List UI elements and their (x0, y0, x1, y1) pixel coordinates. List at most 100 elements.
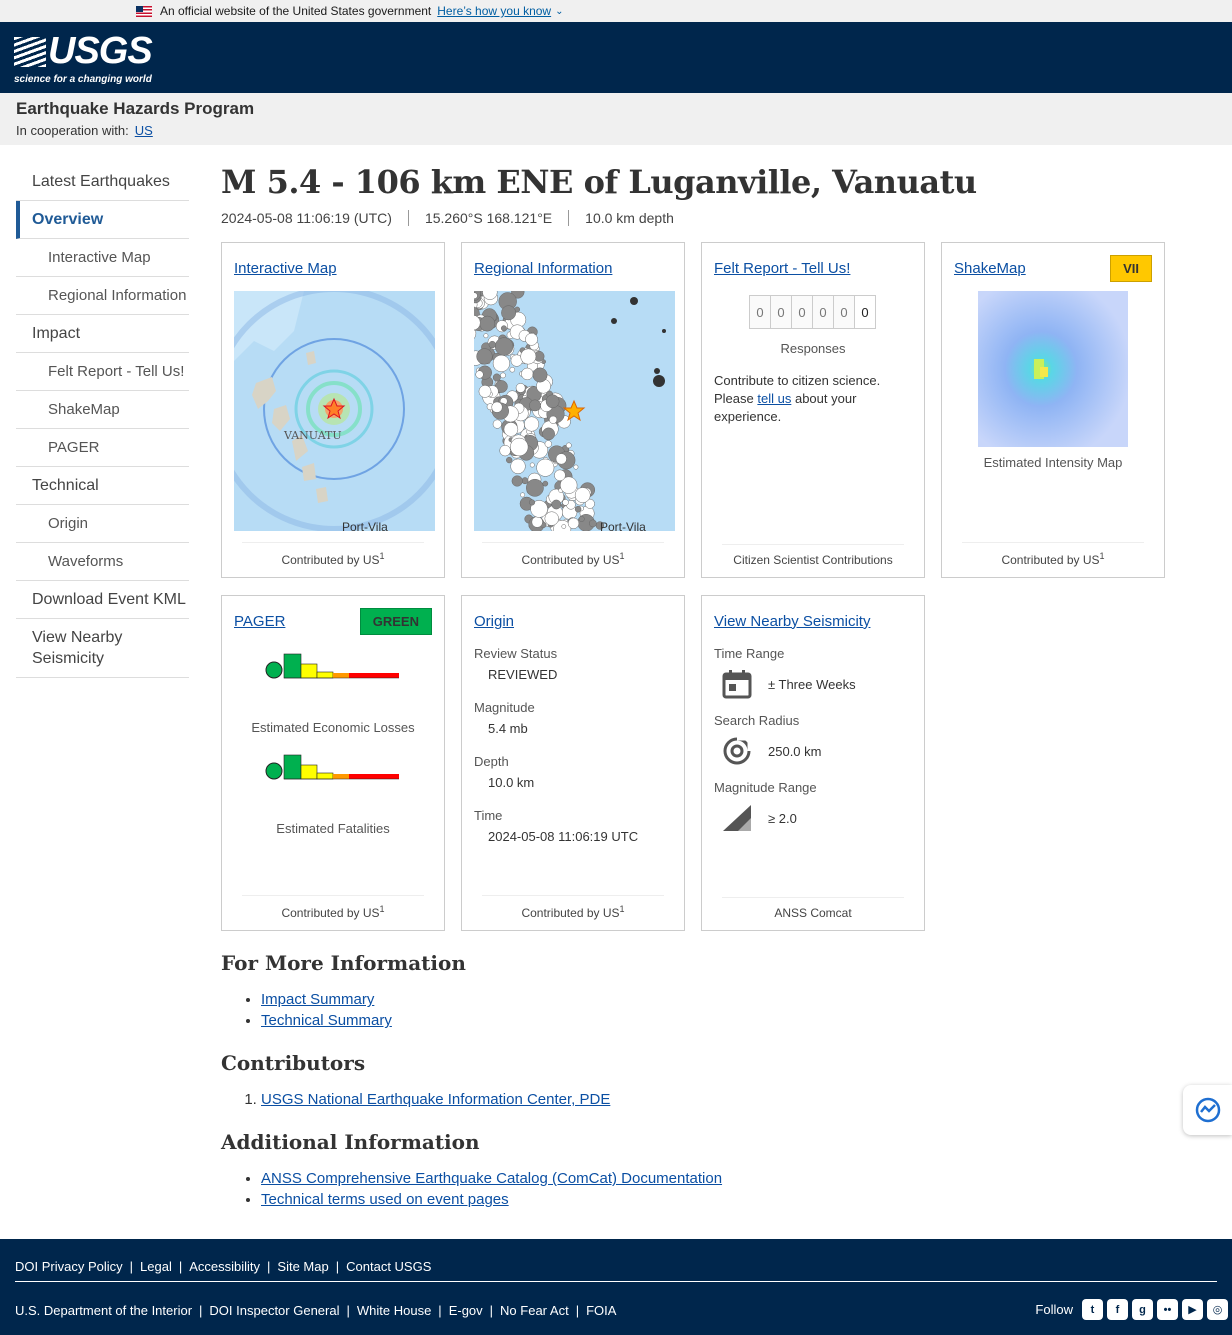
card-interactive-map[interactable]: Interactive Map VANUATU Port-Vila Contri… (211, 242, 457, 579)
sidebar-item-technical[interactable]: Technical (16, 467, 189, 505)
footer-link[interactable]: FOIA (586, 1303, 616, 1318)
list-item: Impact Summary (261, 989, 1181, 1010)
search-radius-row: 250.0 km (714, 736, 912, 766)
sidebar-item-view-nearby-seismicity[interactable]: View Nearby Seismicity (16, 619, 189, 678)
feedback-icon (1195, 1097, 1220, 1123)
interactive-map-link[interactable]: Interactive Map (234, 260, 337, 277)
review-status-label: Review Status (474, 646, 558, 662)
sidebar-item-impact[interactable]: Impact (16, 315, 189, 353)
contributed-by: Contributed by US1 (962, 542, 1144, 567)
instagram-icon[interactable]: ◎ (1207, 1299, 1228, 1320)
citizen-scientist-footer: Citizen Scientist Contributions (722, 544, 904, 567)
economic-losses-histogram[interactable] (263, 648, 403, 708)
gov-banner: An official website of the United States… (0, 0, 1232, 22)
interactive-map-thumbnail[interactable]: VANUATU Port-Vila (211, 286, 457, 534)
additional-info-link[interactable]: Technical terms used on event pages (261, 1191, 509, 1208)
sidebar-item-pager[interactable]: PAGER (16, 429, 189, 467)
card-nearby-seismicity[interactable]: View Nearby Seismicity Time Range ± Thre… (701, 595, 925, 932)
felt-report-link[interactable]: Felt Report - Tell Us! (714, 260, 850, 277)
fatalities-histogram[interactable] (263, 749, 403, 809)
footer-link[interactable]: White House (357, 1303, 431, 1318)
site-footer: DOI Privacy Policy | Legal | Accessibility | S… (0, 1239, 1232, 1335)
additional-info-link[interactable]: ANSS Comprehensive Earthquake Catalog (C… (261, 1170, 722, 1187)
more-info-link[interactable]: Technical Summary (261, 1012, 392, 1029)
time-value: 2024-05-08 11:06:19 UTC (488, 829, 639, 845)
footer-links-primary: DOI Privacy Policy | Legal | Accessibility | S… (15, 1259, 431, 1274)
contributors-heading: Contributors (221, 1051, 366, 1076)
footer-separator: | (489, 1303, 494, 1318)
footer-link[interactable]: Accessibility (189, 1259, 260, 1274)
sidebar-item-origin[interactable]: Origin (16, 505, 189, 543)
shakemap-link[interactable]: ShakeMap (954, 260, 1026, 277)
facebook-icon[interactable]: f (1107, 1299, 1128, 1320)
contributor-link[interactable]: USGS National Earthquake Information Cen… (261, 1091, 610, 1108)
list-item: USGS National Earthquake Information Cen… (261, 1089, 1181, 1110)
twitter-icon[interactable]: t (1082, 1299, 1103, 1320)
regional-information-link[interactable]: Regional Information (474, 260, 612, 277)
footer-separator: | (199, 1303, 203, 1318)
map-label-vanuatu: VANUATU (283, 429, 342, 442)
footer-link[interactable]: DOI Inspector General (209, 1303, 339, 1318)
origin-link[interactable]: Origin (474, 613, 514, 630)
depth-label: Depth (474, 754, 509, 770)
pager-link[interactable]: PAGER (234, 613, 285, 630)
time-label: Time (474, 808, 503, 824)
sidebar-item-interactive-map[interactable]: Interactive Map (16, 239, 189, 277)
footer-link[interactable]: Legal (140, 1259, 172, 1274)
sidebar-item-felt-report-tell-us[interactable]: Felt Report - Tell Us! (16, 353, 189, 391)
how-you-know-link[interactable]: Here’s how you know (437, 4, 551, 18)
sidebar-item-latest-earthquakes[interactable]: Latest Earthquakes (16, 163, 189, 201)
footer-link[interactable]: Site Map (277, 1259, 328, 1274)
feedback-widget-button[interactable] (1183, 1085, 1232, 1135)
footer-link[interactable]: U.S. Department of the Interior (15, 1303, 192, 1318)
counter-digit: 0 (770, 295, 792, 330)
magnitude-value: 5.4 mb (488, 721, 528, 737)
card-regional-information[interactable]: Regional Information Port-Vila Contribut… (453, 242, 685, 579)
chevron-down-icon[interactable]: ⌄ (555, 6, 563, 17)
usgs-logo[interactable]: USGS science for a changing world (14, 30, 153, 85)
footer-separator: | (129, 1259, 134, 1274)
sidebar-item-waveforms[interactable]: Waveforms (16, 543, 189, 581)
footer-link[interactable]: No Fear Act (500, 1303, 569, 1318)
footer-divider (15, 1281, 1217, 1282)
footer-link[interactable]: E-gov (449, 1303, 483, 1318)
follow-label: Follow (1035, 1302, 1073, 1317)
sidebar-item-shakemap[interactable]: ShakeMap (16, 391, 189, 429)
map-label-port-vila: Port-Vila (600, 520, 646, 531)
contributed-by: Contributed by US1 (482, 542, 664, 567)
counter-digit: 0 (749, 295, 771, 330)
github-icon[interactable]: g (1132, 1299, 1153, 1320)
event-coordinates: 15.260°S 168.121°E (407, 210, 568, 227)
shakemap-thumbnail[interactable] (978, 291, 1128, 448)
responses-counter: 000000 (714, 295, 912, 330)
summary-cards: Interactive Map VANUATU Port-Vila Contri… (211, 242, 1181, 932)
calendar-icon (722, 670, 752, 699)
search-radius-value: 250.0 km (768, 743, 822, 759)
time-range-value: ± Three Weeks (768, 676, 856, 692)
card-shakemap[interactable]: ShakeMap VII Estimated Intensity Map Cont… (941, 242, 1165, 579)
shakemap-caption: Estimated Intensity Map (983, 455, 1123, 471)
search-radius-label: Search Radius (714, 713, 800, 729)
sidebar-item-regional-information[interactable]: Regional Information (16, 277, 189, 315)
counter-digit: 0 (812, 295, 834, 330)
footer-link[interactable]: DOI Privacy Policy (15, 1259, 123, 1274)
nearby-seismicity-link[interactable]: View Nearby Seismicity (714, 613, 870, 630)
program-title[interactable]: Earthquake Hazards Program (16, 99, 1216, 119)
sidebar-item-download-event-kml[interactable]: Download Event KML (16, 581, 189, 619)
more-info-link[interactable]: Impact Summary (261, 991, 374, 1008)
responses-label: Responses (780, 341, 846, 357)
card-felt-report[interactable]: Felt Report - Tell Us! 000000 Responses … (701, 242, 925, 579)
counter-digit: 0 (854, 295, 876, 330)
card-origin[interactable]: Origin Review Status REVIEWED Magnitude … (461, 595, 685, 932)
tell-us-link[interactable]: tell us (757, 391, 791, 406)
usgs-waves-icon (14, 36, 46, 67)
youtube-icon[interactable]: ▶ (1182, 1299, 1203, 1320)
contributed-by: Contributed by US1 (482, 895, 664, 920)
sidebar-item-overview[interactable]: Overview (16, 201, 189, 239)
flickr-icon[interactable]: •• (1157, 1299, 1178, 1320)
time-range-label: Time Range (714, 646, 785, 662)
footer-link[interactable]: Contact USGS (346, 1259, 431, 1274)
card-pager[interactable]: PAGER GREEN Estimated Economic Losses Es… (221, 595, 445, 932)
cooperation-link[interactable]: US (135, 123, 153, 138)
regional-map-thumbnail[interactable]: Port-Vila (453, 284, 675, 539)
